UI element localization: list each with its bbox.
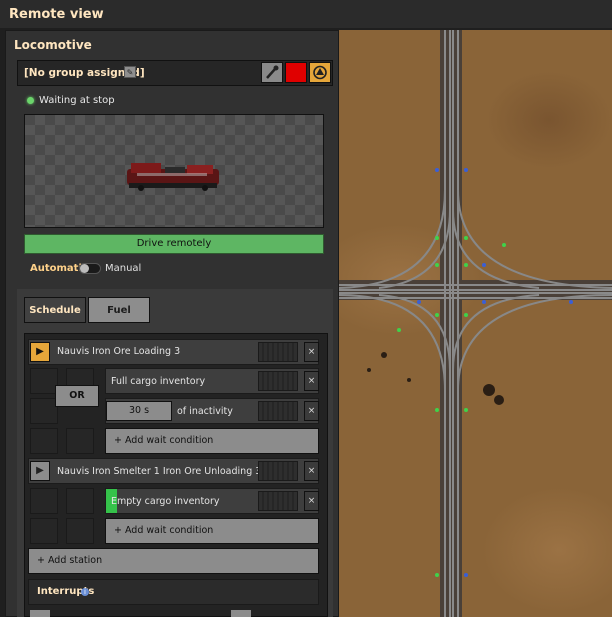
eyedropper-button[interactable] <box>261 62 283 83</box>
station-name: Nauvis Iron Smelter 1 Iron Ore Unloading… <box>57 466 262 477</box>
condition-label: of inactivity <box>177 406 233 417</box>
status-indicator-icon <box>27 97 34 104</box>
condition-slot <box>66 518 94 544</box>
eyedropper-icon <box>266 65 279 79</box>
inactivity-time-field[interactable]: 30 s <box>106 401 172 421</box>
remove-condition-button[interactable]: × <box>304 491 319 511</box>
condition-label: Empty cargo inventory <box>111 496 220 507</box>
station-progress <box>258 342 298 362</box>
condition-label: Full cargo inventory <box>111 376 206 387</box>
manual-label[interactable]: Manual <box>105 263 141 274</box>
play-station-icon[interactable]: ▶ <box>30 342 50 362</box>
window-title: Remote view <box>9 7 104 22</box>
add-wait-condition-button[interactable]: + Add wait condition <box>105 518 319 544</box>
remove-condition-button[interactable]: × <box>304 401 319 421</box>
station-name: Nauvis Iron Ore Loading 3 <box>57 346 181 357</box>
train-stop-button[interactable] <box>309 62 331 83</box>
remove-station-button[interactable]: × <box>304 342 319 362</box>
condition-progress <box>258 401 298 421</box>
condition-progress <box>258 371 298 391</box>
remote-map-view[interactable] <box>339 30 612 617</box>
tab-schedule[interactable]: Schedule <box>24 297 86 323</box>
locomotive-preview <box>24 114 324 228</box>
drive-remotely-button[interactable]: Drive remotely <box>24 234 324 254</box>
locomotive-icon <box>127 163 219 191</box>
interrupt-item-button[interactable] <box>231 610 251 617</box>
train-stop-icon <box>313 65 327 80</box>
condition-slot <box>30 488 58 514</box>
interrupt-item-button[interactable] <box>30 610 50 617</box>
condition-slot <box>30 428 58 454</box>
rail-network-map <box>339 30 612 617</box>
condition-slot <box>30 398 58 424</box>
add-station-button[interactable]: + Add station <box>28 548 319 574</box>
add-wait-condition-button[interactable]: + Add wait condition <box>105 428 319 454</box>
edit-group-icon[interactable]: ✎ <box>124 66 136 78</box>
station-progress <box>258 461 298 481</box>
mode-toggle-knob <box>80 264 89 273</box>
play-station-icon[interactable]: ▶ <box>30 461 50 481</box>
info-icon[interactable]: i <box>81 588 89 596</box>
condition-progress <box>258 491 298 511</box>
condition-slot <box>30 368 58 394</box>
panel-title: Locomotive <box>14 38 92 52</box>
condition-slot <box>30 518 58 544</box>
logic-operator-button[interactable]: OR <box>55 385 99 407</box>
status-text: Waiting at stop <box>39 95 115 106</box>
color-swatch-button[interactable] <box>285 62 307 83</box>
condition-slot <box>66 428 94 454</box>
remove-condition-button[interactable]: × <box>304 371 319 391</box>
tab-fuel[interactable]: Fuel <box>88 297 150 323</box>
condition-slot <box>66 488 94 514</box>
remove-station-button[interactable]: × <box>304 461 319 481</box>
